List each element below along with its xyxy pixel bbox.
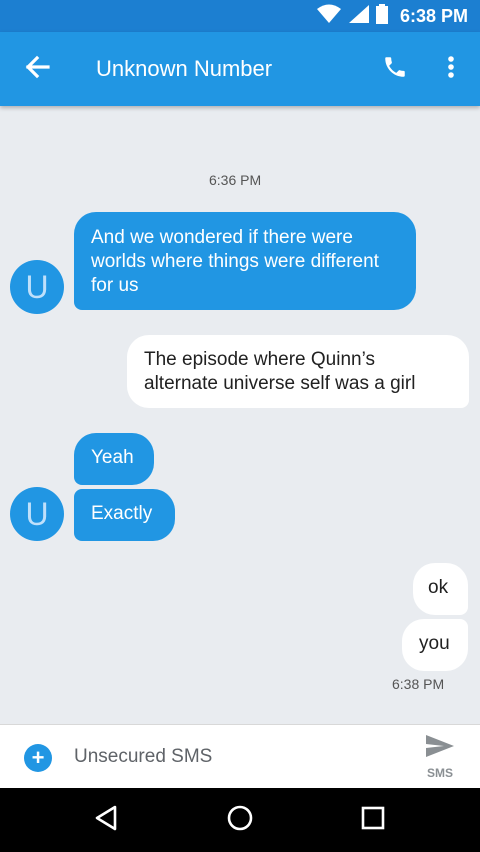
message-bubble-outgoing[interactable]: The episode where Quinn’s alternate univ… [127, 335, 469, 408]
message-bubble-incoming[interactable]: And we wondered if there were worlds whe… [74, 212, 416, 310]
nav-recents-button[interactable] [356, 803, 390, 837]
compose-bar: + Unsecured SMS SMS [0, 724, 480, 789]
signal-icon [348, 4, 370, 29]
triangle-back-icon [93, 804, 119, 837]
timestamp-top: 6:36 PM [209, 172, 262, 188]
message-thread[interactable]: 6:36 PM And we wondered if there were wo… [0, 106, 480, 724]
contact-avatar[interactable]: U [10, 487, 64, 541]
contact-avatar[interactable]: U [10, 260, 64, 314]
message-bubble-incoming[interactable]: Yeah [74, 433, 154, 485]
arrow-left-icon [24, 55, 50, 84]
add-circle-icon: + [31, 745, 45, 770]
status-icons: 6:38 PM [316, 0, 468, 32]
circle-home-icon [226, 804, 254, 837]
app-bar: Unknown Number [0, 32, 480, 106]
send-button[interactable]: SMS [418, 733, 462, 783]
more-options-button[interactable] [438, 54, 464, 84]
more-vert-icon [447, 55, 455, 84]
message-bubble-outgoing[interactable]: ok [413, 563, 468, 615]
call-button[interactable] [380, 54, 410, 84]
message-bubble-outgoing[interactable]: you [402, 619, 468, 671]
send-icon [424, 735, 456, 763]
status-time: 6:38 PM [399, 5, 468, 26]
square-recents-icon [361, 806, 385, 835]
nav-back-button[interactable] [89, 803, 123, 837]
message-bubble-incoming[interactable]: Exactly [74, 489, 175, 541]
phone-icon [382, 54, 408, 85]
message-input[interactable]: Unsecured SMS [74, 743, 394, 771]
system-nav-bar [0, 788, 480, 852]
avatar-letter: U [25, 268, 49, 305]
timestamp-bottom: 6:38 PM [392, 676, 445, 692]
send-label: SMS [426, 766, 453, 780]
battery-icon [375, 3, 388, 29]
wifi-icon [316, 4, 342, 29]
nav-home-button[interactable] [223, 803, 257, 837]
add-attachment-button[interactable]: + [24, 744, 52, 772]
conversation-title: Unknown Number [96, 56, 273, 81]
back-button[interactable] [22, 55, 52, 83]
avatar-letter: U [25, 495, 49, 532]
status-bar: 6:38 PM [0, 0, 480, 32]
